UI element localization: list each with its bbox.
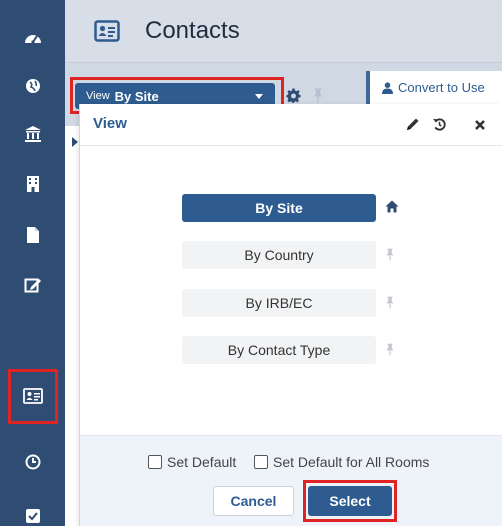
close-icon[interactable] [474,118,486,136]
building-icon[interactable] [0,160,65,208]
option-label: By Site [255,200,303,216]
pin-icon[interactable] [385,296,395,314]
expand-arrow-icon[interactable] [72,137,78,147]
checkbox-box[interactable] [254,455,268,469]
pin-icon[interactable] [385,248,395,266]
option-by-site[interactable]: By Site [182,194,376,222]
pencil-icon[interactable] [406,117,420,136]
dashboard-icon[interactable] [0,14,65,62]
option-by-country[interactable]: By Country [182,241,376,269]
contact-card-icon [94,20,120,47]
modal-header: View [80,104,502,146]
set-default-checkbox[interactable]: Set Default [148,454,236,470]
user-icon [382,81,393,94]
option-label: By Contact Type [227,342,331,358]
option-label: By IRB/EC [245,295,313,311]
option-by-contact-type[interactable]: By Contact Type [182,336,376,364]
contacts-nav-highlight [8,369,58,424]
checkbox-box[interactable] [148,455,162,469]
clock-icon[interactable] [0,438,65,486]
modal-footer: Set Default Set Default for All Rooms Ca… [80,435,502,526]
left-nav-rail [0,0,65,526]
convert-to-user-link[interactable]: Convert to Use [382,80,485,95]
cancel-button[interactable]: Cancel [213,486,294,516]
checkbox-icon[interactable] [0,492,65,526]
option-label: By Country [244,247,314,263]
edit-icon[interactable] [0,261,65,309]
select-button-highlight [303,480,397,522]
view-modal: View By Site By Country By IRB/EC By Con… [79,104,502,526]
page-title: Contacts [145,17,240,44]
home-icon[interactable] [385,200,399,218]
institution-icon[interactable] [0,110,65,158]
document-icon[interactable] [0,211,65,259]
set-default-label: Set Default [167,454,237,470]
undo-history-icon[interactable] [432,117,447,137]
modal-title: View [93,115,127,132]
globe-icon[interactable] [0,62,65,110]
set-default-all-rooms-label: Set Default for All Rooms [273,454,430,470]
pin-icon[interactable] [385,343,395,361]
convert-to-user-label: Convert to Use [398,80,485,95]
option-by-irb-ec[interactable]: By IRB/EC [182,289,376,317]
page-header: Contacts [65,0,502,63]
set-default-all-rooms-checkbox[interactable]: Set Default for All Rooms [254,454,429,470]
